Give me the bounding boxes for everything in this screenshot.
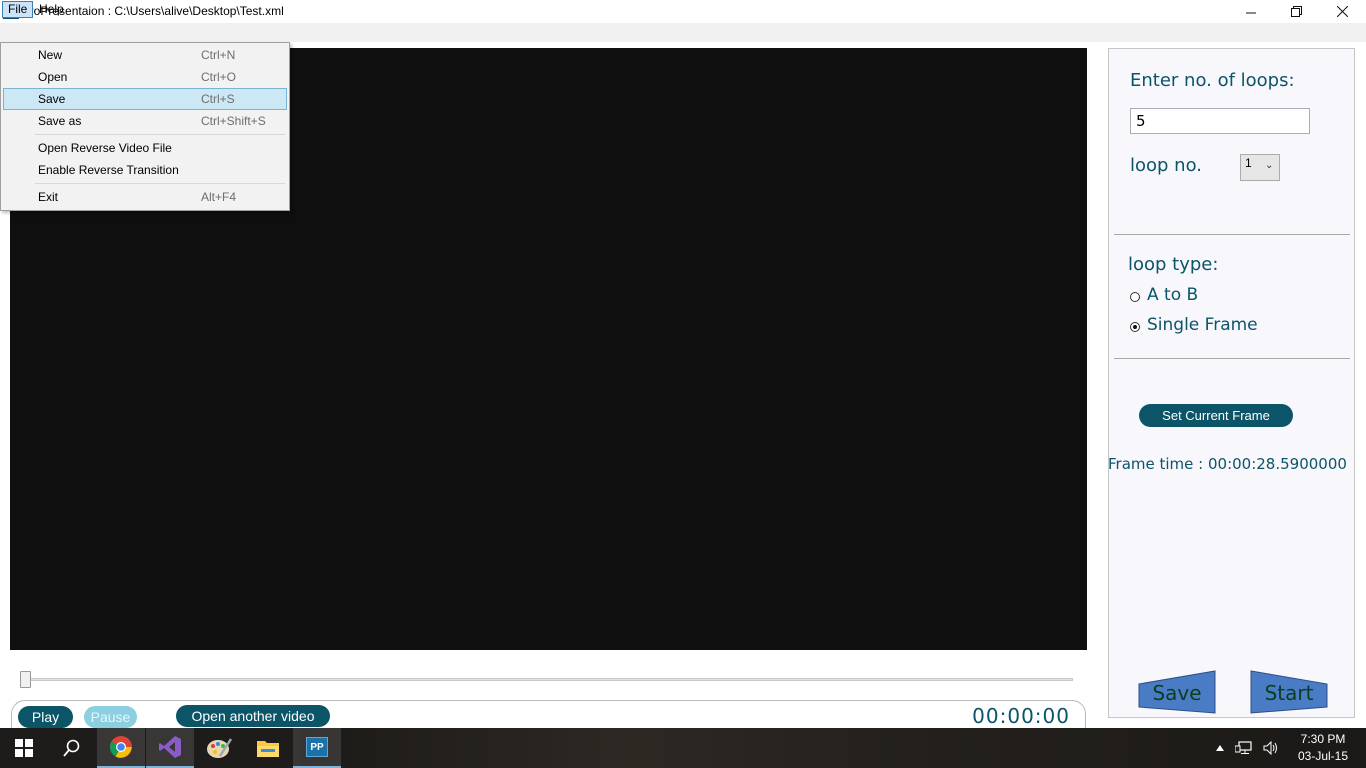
menu-separator <box>35 183 285 184</box>
restore-button[interactable] <box>1273 0 1319 23</box>
windows-start-icon <box>15 739 33 757</box>
clock[interactable]: 7:30 PM 03-Jul-15 <box>1290 731 1356 765</box>
menu-item-label: Open Reverse Video File <box>38 141 172 155</box>
chevron-down-icon: ⌄ <box>1265 160 1274 171</box>
divider <box>1114 358 1350 359</box>
taskbar-chrome[interactable] <box>97 728 145 768</box>
menu-item-label: Exit <box>38 190 59 204</box>
menu-help[interactable]: Help <box>34 1 69 18</box>
menu-item-label: Save as <box>38 114 82 128</box>
minimize-button[interactable] <box>1228 0 1274 23</box>
radio-a-to-b-label[interactable]: A to B <box>1147 285 1198 305</box>
menu-item-label: Open <box>38 70 68 84</box>
chrome-icon <box>110 736 132 758</box>
network-icon[interactable] <box>1235 741 1253 755</box>
loops-input[interactable] <box>1130 108 1310 134</box>
pause-button[interactable]: Pause <box>84 706 137 728</box>
menu-bar <box>0 23 1366 42</box>
start-button[interactable] <box>0 728 48 768</box>
radio-single-frame[interactable] <box>1130 322 1140 332</box>
menu-item-enable-reverse-transition[interactable]: Enable Reverse Transition <box>3 159 287 181</box>
taskbar-file-explorer[interactable] <box>244 728 292 768</box>
radio-a-to-b[interactable] <box>1130 292 1140 302</box>
close-button[interactable] <box>1319 0 1365 23</box>
menu-item-shortcut: Alt+F4 <box>201 190 237 204</box>
save-shape-button[interactable]: Save <box>1138 670 1216 714</box>
paint-icon <box>207 738 232 758</box>
seek-slider-track[interactable] <box>22 678 1073 681</box>
seek-slider-thumb[interactable] <box>20 671 31 688</box>
visual-studio-icon <box>159 736 181 758</box>
search-icon <box>63 739 80 757</box>
restore-icon <box>1290 6 1302 17</box>
taskbar-propresentation[interactable]: PP <box>293 728 341 768</box>
start-shape-label: Start <box>1264 681 1314 705</box>
open-another-video-button[interactable]: Open another video <box>176 705 330 727</box>
loops-label: Enter no. of loops: <box>1130 70 1295 91</box>
menu-item-label: New <box>38 48 63 62</box>
loop-settings-panel <box>1108 48 1355 718</box>
clock-time: 7:30 PM <box>1300 732 1346 746</box>
desktop-wallpaper-strip <box>300 728 1366 768</box>
frame-time-label: Frame time : 00:00:28.5900000 <box>1108 455 1347 473</box>
menu-item-shortcut: Ctrl+O <box>201 70 237 84</box>
menu-item-label: Save <box>38 92 66 106</box>
search-button[interactable] <box>48 728 96 768</box>
taskbar-paint[interactable] <box>195 728 243 768</box>
divider <box>1114 234 1350 235</box>
minimize-icon <box>1246 12 1256 13</box>
menu-item-save[interactable]: Save Ctrl+S <box>3 88 287 110</box>
clock-date: 03-Jul-15 <box>1297 749 1349 763</box>
volume-icon[interactable] <box>1263 741 1279 755</box>
menu-item-new[interactable]: New Ctrl+N <box>3 44 287 66</box>
time-display: 00:00:00 <box>972 704 1070 728</box>
play-button[interactable]: Play <box>18 706 73 728</box>
menu-item-shortcut: Ctrl+S <box>201 92 235 106</box>
save-shape-label: Save <box>1152 681 1202 705</box>
chevron-up-icon[interactable] <box>1215 744 1225 752</box>
system-tray <box>1215 728 1279 768</box>
radio-single-frame-label[interactable]: Single Frame <box>1147 315 1258 335</box>
loop-no-value: 1 <box>1245 156 1252 170</box>
menu-item-save-as[interactable]: Save as Ctrl+Shift+S <box>3 110 287 132</box>
loop-no-label: loop no. <box>1130 155 1202 176</box>
set-current-frame-button[interactable]: Set Current Frame <box>1139 404 1293 427</box>
menu-item-shortcut: Ctrl+Shift+S <box>201 114 266 128</box>
close-icon <box>1336 6 1348 17</box>
menu-item-label: Enable Reverse Transition <box>38 163 179 177</box>
propresentation-app-icon: PP <box>306 737 328 757</box>
menu-item-open-reverse-video[interactable]: Open Reverse Video File <box>3 137 287 159</box>
menu-item-open[interactable]: Open Ctrl+O <box>3 66 287 88</box>
menu-item-shortcut: Ctrl+N <box>201 48 236 62</box>
menu-separator <box>35 134 285 135</box>
menu-item-exit[interactable]: Exit Alt+F4 <box>3 186 287 208</box>
file-explorer-icon <box>257 741 279 757</box>
menu-file[interactable]: File <box>2 1 34 18</box>
loop-type-label: loop type: <box>1128 254 1219 275</box>
taskbar-visual-studio[interactable] <box>146 728 194 768</box>
start-shape-button[interactable]: Start <box>1250 670 1328 714</box>
